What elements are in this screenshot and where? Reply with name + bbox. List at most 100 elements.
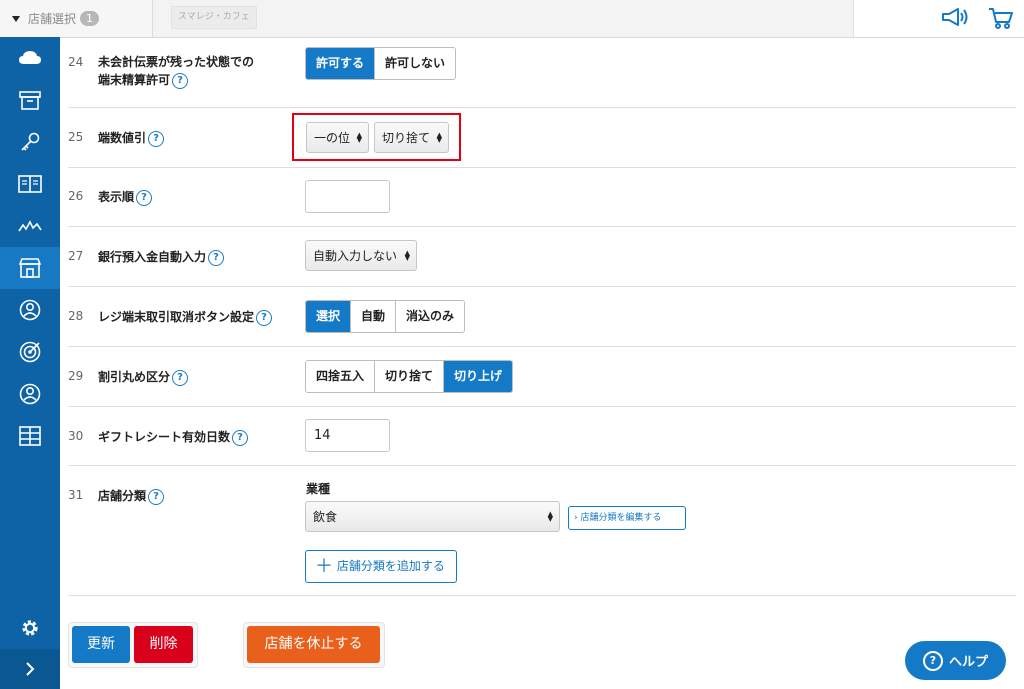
bank-deposit-auto-select[interactable]: 自動入力しない ▲ ▼ (305, 240, 417, 271)
store-icon (19, 258, 41, 278)
row-label-text: 表示順 (98, 190, 135, 204)
help-question-icon[interactable]: ? (256, 309, 273, 326)
button-label: 店舗分類を編集する (580, 513, 662, 523)
target-icon (19, 341, 41, 363)
option-allow[interactable]: 許可する (306, 48, 376, 79)
help-question-icon[interactable]: ? (172, 369, 189, 386)
sidebar-item-cloud[interactable] (0, 37, 60, 79)
delete-button[interactable]: 削除 (134, 626, 193, 663)
row-number: 30 (68, 429, 84, 443)
allow-settlement-toggle: 許可する 許可しない (305, 47, 457, 80)
help-question-icon[interactable]: ? (136, 189, 153, 206)
store-select-label: 店舗選択 (28, 12, 77, 26)
tenant-name-tag: スマレジ・カフェ (171, 6, 257, 29)
store-count-badge: 1 (80, 11, 100, 26)
sidebar-item-store[interactable] (0, 247, 60, 289)
option-clear-only[interactable]: 消込のみ (396, 301, 465, 332)
gift-receipt-days-input[interactable]: 14 (305, 419, 390, 452)
help-question-icon[interactable]: ? (232, 429, 249, 446)
row-label: 割引丸め区分? (98, 368, 189, 386)
row-label-text: 銀行預入金自動入力 (98, 250, 207, 264)
select-arrows-icon: ▲ ▼ (404, 249, 410, 262)
option-select[interactable]: 選択 (306, 301, 352, 332)
help-button[interactable]: ? ヘルプ (905, 641, 1006, 680)
row-label-text: 割引丸め区分 (98, 370, 171, 384)
sidebar-item-book[interactable] (0, 163, 60, 205)
cart-icon[interactable] (988, 6, 1014, 33)
option-round-up[interactable]: 切り上げ (444, 361, 513, 392)
discount-rounding-toggle: 四捨五入 切り捨て 切り上げ (305, 360, 514, 393)
sidebar-item-customer[interactable] (0, 373, 60, 415)
update-button[interactable]: 更新 (72, 626, 130, 663)
row-label: 店舗分類? (98, 487, 165, 505)
industry-label: 業種 (306, 482, 331, 496)
select-value: 飲食 (313, 510, 338, 524)
option-round[interactable]: 四捨五入 (306, 361, 376, 392)
settings-form: 24 未会計伝票が残った状態での 端末精算許可? 許可する 許可しない 25 端… (60, 37, 1024, 685)
edit-store-category-button[interactable]: › 店舗分類を編集する (568, 506, 686, 530)
suspend-store-button[interactable]: 店舗を休止する (247, 626, 380, 663)
row-number: 24 (68, 55, 84, 69)
help-question-icon[interactable]: ? (148, 488, 165, 505)
cancel-button-setting-toggle: 選択 自動 消込のみ (305, 300, 466, 333)
sidebar-item-grid[interactable] (0, 415, 60, 457)
row-label-text: ギフトレシート有効日数 (98, 430, 231, 444)
row-number: 25 (68, 130, 84, 144)
sidebar-item-archive[interactable] (0, 79, 60, 121)
sidebar-item-analytics[interactable] (0, 205, 60, 247)
option-disallow[interactable]: 許可しない (375, 48, 456, 79)
display-order-input[interactable] (305, 180, 390, 213)
sidebar-item-key[interactable] (0, 121, 60, 163)
setting-row-25: 25 端数値引? 一の位 ▲ ▼ 切り捨て ▲ ▼ (68, 108, 1016, 168)
setting-row-26: 26 表示順? (68, 168, 1016, 227)
store-select-dropdown[interactable]: 店舗選択 1 (0, 0, 153, 37)
help-question-icon[interactable]: ? (172, 72, 189, 89)
button-label: 店舗分類を追加する (336, 559, 445, 573)
row-label: 未会計伝票が残った状態での 端末精算許可? (98, 53, 254, 89)
row-number: 27 (68, 249, 84, 263)
chevron-right-icon: › (574, 513, 578, 523)
industry-select[interactable]: 飲食 ▲ ▼ (305, 501, 560, 532)
add-store-category-button[interactable]: ＋ 店舗分類を追加する (305, 550, 457, 583)
top-bar: 店舗選択 1 スマレジ・カフェ (0, 0, 1024, 38)
sidebar-item-user[interactable] (0, 289, 60, 331)
archive-box-icon (19, 91, 41, 110)
sidebar-expand-button[interactable] (0, 649, 60, 689)
user-circle-icon (19, 383, 41, 405)
select-value: 自動入力しない (313, 249, 398, 263)
row-label-text: レジ端末取引取消ボタン設定 (98, 310, 255, 324)
row-label: レジ端末取引取消ボタン設定? (98, 308, 273, 326)
top-right-actions (853, 0, 1024, 37)
setting-row-27: 27 銀行預入金自動入力? 自動入力しない ▲ ▼ (68, 227, 1016, 287)
grid-table-icon (19, 426, 41, 446)
megaphone-icon[interactable] (940, 6, 970, 31)
help-circle-icon: ? (922, 650, 943, 671)
row-number: 28 (68, 309, 84, 323)
setting-row-24: 24 未会計伝票が残った状態での 端末精算許可? 許可する 許可しない (68, 37, 1016, 108)
option-auto[interactable]: 自動 (351, 301, 397, 332)
option-round-down[interactable]: 切り捨て (375, 361, 445, 392)
setting-row-29: 29 割引丸め区分? 四捨五入 切り捨て 切り上げ (68, 347, 1016, 407)
row-label: 表示順? (98, 188, 153, 206)
plus-icon: ＋ (315, 556, 333, 577)
setting-row-28: 28 レジ端末取引取消ボタン設定? 選択 自動 消込のみ (68, 287, 1016, 347)
help-question-icon[interactable]: ? (208, 249, 225, 266)
sidebar (0, 37, 60, 689)
row-label-line1: 未会計伝票が残った状態での (98, 55, 255, 69)
row-label-text: 端数値引 (98, 131, 147, 145)
book-icon (18, 175, 42, 193)
row-label: 銀行預入金自動入力? (98, 248, 225, 266)
row-number: 31 (68, 488, 84, 502)
highlight-box (292, 113, 461, 161)
help-question-icon[interactable]: ? (148, 130, 165, 147)
gear-icon (22, 620, 38, 636)
select-arrows-icon: ▲ ▼ (547, 510, 553, 523)
row-label-line2: 端末精算許可 (98, 73, 171, 87)
user-circle-icon (19, 299, 41, 321)
help-button-label: ヘルプ (948, 655, 988, 670)
settings-button[interactable] (0, 608, 60, 648)
chevron-right-icon (26, 662, 35, 676)
key-icon (21, 132, 40, 151)
caret-down-icon (12, 15, 20, 22)
sidebar-item-target[interactable] (0, 331, 60, 373)
